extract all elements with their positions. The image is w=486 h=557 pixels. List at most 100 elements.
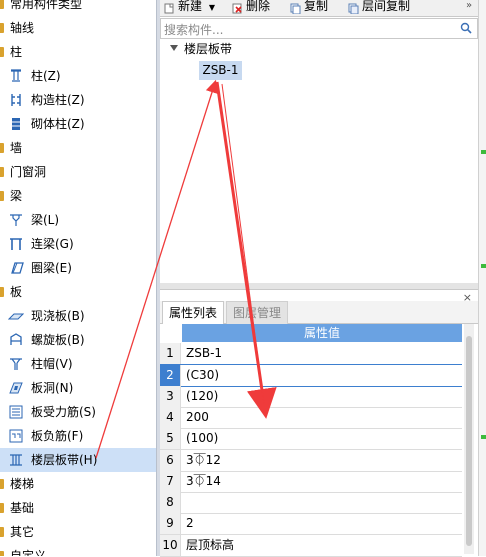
property-scrollbar[interactable] (464, 324, 474, 554)
component-item-zsb-1[interactable]: ZSB-1 (199, 61, 242, 80)
search-box[interactable]: 搜索构件... (160, 18, 478, 39)
property-value[interactable]: (120) (186, 386, 218, 407)
property-row[interactable]: 2 (C30) (160, 364, 462, 388)
coupling-beam-icon (8, 236, 24, 252)
folder-icon (0, 503, 4, 513)
property-row[interactable]: 7 3⏁14 (160, 470, 462, 493)
tree-item[interactable]: 梁(L) (0, 208, 156, 232)
column-cap-icon (8, 356, 24, 372)
property-row[interactable]: 4 200 (160, 406, 462, 429)
tree-category-label: 楼梯 (10, 477, 35, 491)
tree-item-label: 楼层板带(H) (31, 453, 98, 467)
tree-category[interactable]: 楼梯 (0, 472, 156, 496)
row-number: 9 (160, 513, 181, 535)
row-number: 5 (160, 428, 181, 450)
tree-category[interactable]: 柱 (0, 40, 156, 64)
row-number: 7 (160, 470, 181, 492)
folder-icon (0, 47, 4, 57)
tree-category[interactable]: 板 (0, 280, 156, 304)
property-row[interactable]: 5 (100) (160, 428, 462, 451)
tree-item[interactable]: 板洞(N) (0, 376, 156, 400)
grid-marker (481, 435, 486, 439)
folder-icon (0, 23, 4, 33)
search-icon[interactable] (460, 22, 472, 34)
scrollbar-thumb[interactable] (466, 336, 472, 546)
row-number: 8 (160, 492, 181, 514)
property-row[interactable]: 92 (160, 513, 462, 536)
property-value[interactable]: (100) (186, 428, 218, 449)
tree-item-label: 板受力筋(S) (31, 405, 96, 419)
tree-category[interactable]: 轴线 (0, 16, 156, 40)
row-number: 4 (160, 406, 181, 428)
tree-item[interactable]: 圈梁(E) (0, 256, 156, 280)
tree-category-label: 常用构件类型 (10, 0, 83, 11)
folder-icon (0, 167, 4, 177)
tree-item-label: 板洞(N) (31, 381, 74, 395)
property-row[interactable]: 1 ZSB-1 (160, 343, 462, 365)
tree-category[interactable]: 基础 (0, 496, 156, 520)
tree-item-label: 构造柱(Z) (31, 93, 85, 107)
property-value[interactable]: ZSB-1 (186, 343, 222, 364)
tree-item[interactable]: 柱(Z) (0, 64, 156, 88)
property-row[interactable]: 10 层顶标高 (160, 534, 462, 557)
spiral-slab-icon (8, 332, 24, 348)
tree-item-label: 砌体柱(Z) (31, 117, 85, 131)
copy-icon (290, 1, 301, 15)
floor-copy-button[interactable]: 层间复制 (348, 0, 410, 15)
folder-icon (0, 287, 4, 297)
tree-item[interactable]: 柱帽(V) (0, 352, 156, 376)
tab-layer-management[interactable]: 图层管理 (226, 301, 289, 324)
tree-item-label: 螺旋板(B) (31, 333, 85, 347)
tree-item-label: 圈梁(E) (31, 261, 72, 275)
tree-item[interactable]: 楼层板带(H) (0, 448, 156, 472)
dropdown-icon: ▼ (208, 3, 215, 12)
row-number: 6 (160, 449, 181, 471)
property-row[interactable]: 3 (120) (160, 385, 462, 408)
new-icon (164, 1, 175, 14)
expand-arrow-icon[interactable] (170, 45, 178, 51)
tree-item[interactable]: 砌体柱(Z) (0, 112, 156, 136)
toolbar: 新建 ▼ 删除 复制 层间复制 » (160, 0, 478, 17)
tree-category[interactable]: 其它 (0, 520, 156, 544)
tree-item[interactable]: 现浇板(B) (0, 304, 156, 328)
tree-category[interactable]: 墙 (0, 136, 156, 160)
tree-category[interactable]: 门窗洞 (0, 160, 156, 184)
property-value[interactable]: 3⏁14 (186, 471, 221, 492)
row-number: 1 (160, 343, 181, 364)
copy-button[interactable]: 复制 (290, 0, 328, 15)
property-value[interactable]: 层顶标高 (186, 535, 234, 556)
tree-category-label: 轴线 (10, 21, 35, 35)
delete-button[interactable]: 删除 (232, 0, 270, 15)
property-value[interactable]: (C30) (186, 365, 219, 386)
tree-category-label: 板 (10, 285, 23, 299)
ring-beam-icon (8, 260, 24, 276)
property-value[interactable]: 200 (186, 407, 209, 428)
tree-item-label: 柱帽(V) (31, 357, 73, 371)
tab-property-list[interactable]: 属性列表 (162, 301, 225, 324)
folder-icon (0, 0, 4, 9)
tree-category[interactable]: 自定义 (0, 544, 156, 556)
tree-category-label: 基础 (10, 501, 35, 515)
tree-category[interactable]: 梁 (0, 184, 156, 208)
search-input[interactable]: 搜索构件... (164, 21, 223, 38)
column-icon (8, 68, 24, 84)
property-row[interactable]: 6 3⏁12 (160, 449, 462, 472)
tree-item[interactable]: 构造柱(Z) (0, 88, 156, 112)
property-value[interactable]: 2 (186, 513, 194, 534)
tree-item[interactable]: 螺旋板(B) (0, 328, 156, 352)
tree-item[interactable]: 板负筋(F) (0, 424, 156, 448)
tree-item-label: 梁(L) (31, 213, 60, 227)
tree-category-label: 自定义 (10, 549, 47, 556)
toolbar-overflow-button[interactable]: » (466, 0, 472, 15)
tree-item[interactable]: 板受力筋(S) (0, 400, 156, 424)
cast-slab-icon (7, 308, 25, 324)
tree-category-label: 门窗洞 (10, 165, 47, 179)
property-value[interactable]: 3⏁12 (186, 450, 221, 471)
tree-category[interactable]: 常用构件类型 (0, 0, 156, 16)
tree-category-label: 墙 (10, 141, 23, 155)
new-button[interactable]: 新建 ▼ (164, 0, 215, 15)
row-number: 2 (160, 365, 181, 387)
tree-item[interactable]: 连梁(G) (0, 232, 156, 256)
tree-category-label: 梁 (10, 189, 23, 203)
property-row[interactable]: 8 (160, 492, 462, 515)
